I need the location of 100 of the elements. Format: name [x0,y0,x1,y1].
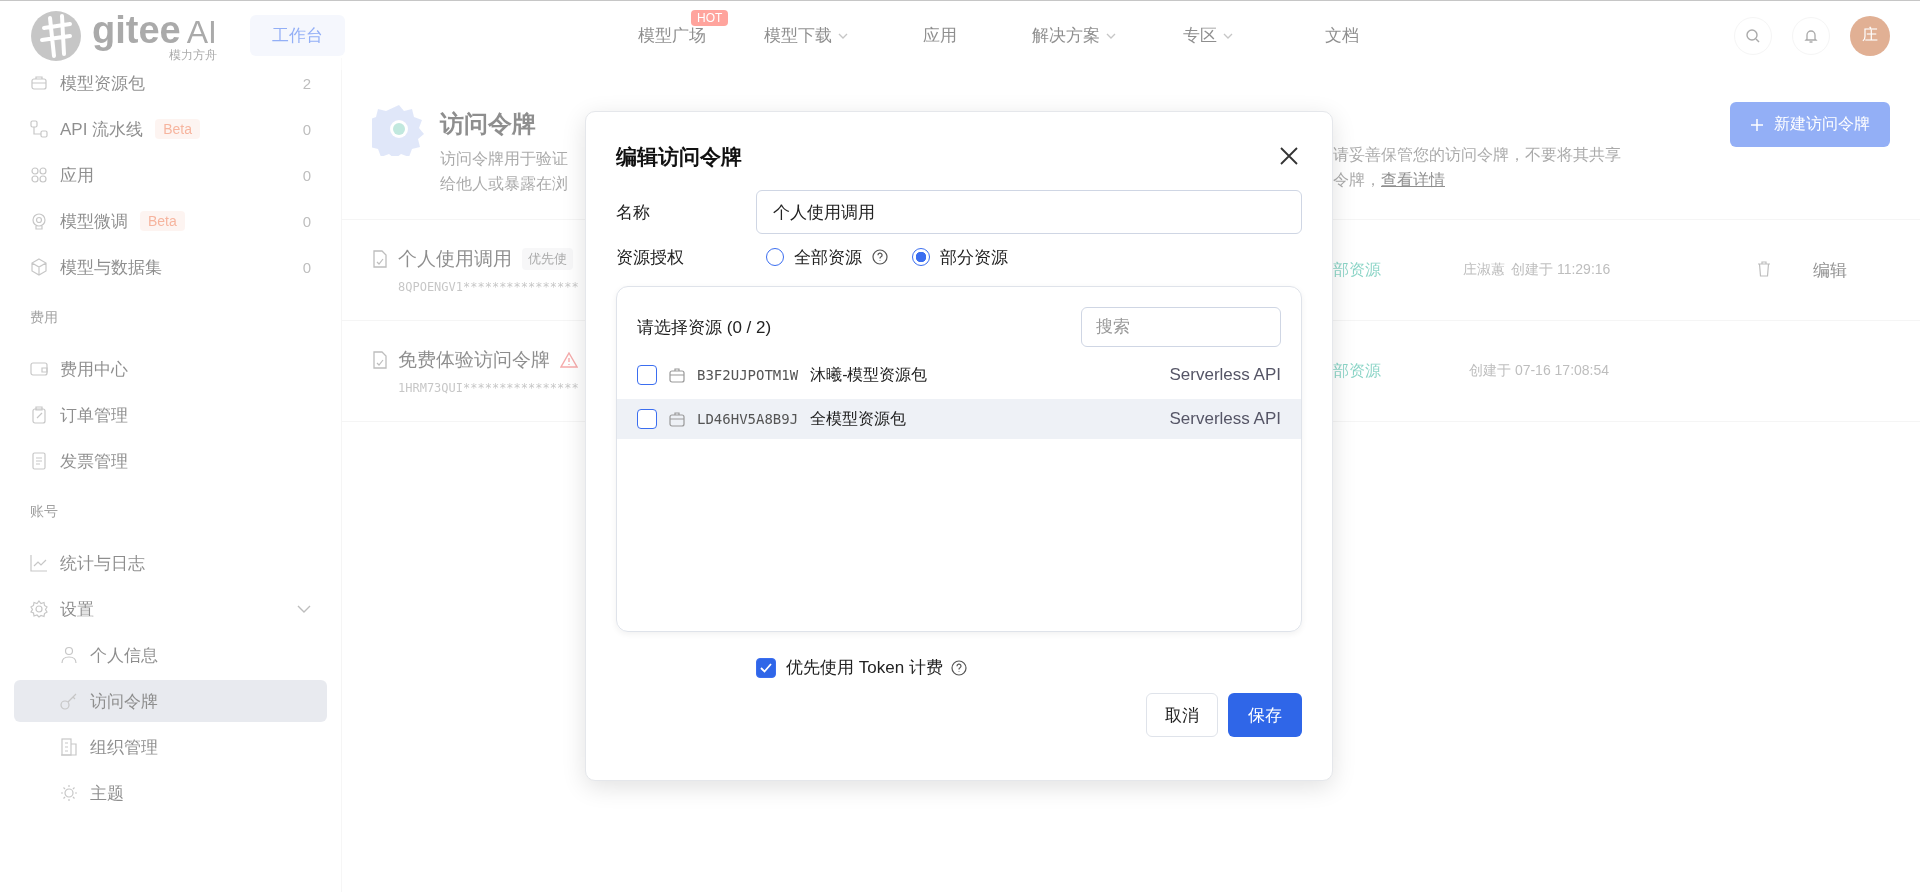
created-time: 创建于 11:29:16 [1511,261,1611,279]
checkbox[interactable] [637,409,657,429]
dialog-title: 编辑访问令牌 [616,144,742,170]
sidebar-item[interactable]: 模型微调 Beta 0 [14,200,327,242]
sidebar-item[interactable]: 组织管理 [14,726,327,768]
cube-icon [30,258,48,276]
field-label: 名称 [616,201,651,224]
details-link[interactable]: 查看详情 [1381,167,1445,192]
checkbox-label[interactable]: 优先使用 Token 计费 [786,656,943,679]
nav-link[interactable]: 专区 [1183,24,1233,47]
sidebar-item[interactable]: API 流水线 Beta 0 [14,108,327,150]
document-icon [372,250,388,268]
radio-label[interactable]: 部分资源 [940,245,1008,269]
resource-type: Serverless API [1169,409,1281,429]
token-scope: 部资源 [1333,259,1382,280]
field-label: 资源授权 [616,246,685,269]
token-name: 个人使用调用 [398,247,512,271]
new-token-button[interactable]: 新建访问令牌 [1730,102,1890,147]
radio-button[interactable] [766,248,784,266]
description-text: 请妥善保管您的访问令牌，不要将其共享 [1333,145,1621,165]
trash-icon [1757,260,1771,277]
sidebar-item[interactable]: 发票管理 [14,440,327,482]
description-text: 给他人或暴露在浏 [440,174,568,194]
hot-badge: HOT [691,10,729,26]
chevron-down-icon [1223,32,1233,39]
workspace-button[interactable]: 工作台 [250,15,345,56]
warning-icon [560,352,578,368]
checkbox[interactable] [637,365,657,385]
chevron-down-icon [838,32,848,39]
search-field[interactable]: 搜索 [1081,307,1281,347]
clipboard-icon [30,406,48,424]
checkbox[interactable] [756,657,776,678]
key-icon [60,692,78,710]
token-tag: 优先使 [522,248,573,270]
gear-icon [30,600,48,618]
nav-link[interactable]: 模型广场 [638,24,706,47]
chart-icon [30,554,48,572]
sidebar-item[interactable]: 订单管理 [14,394,327,436]
checkmark-icon [760,662,772,673]
wallet-icon [30,360,48,378]
logo-subtitle: 模力方舟 [168,48,217,61]
resource-code: B3F2UJPOTM1W [697,367,799,383]
description-text: 访问令牌用于验证 [440,149,568,169]
resource-row[interactable]: LD46HV5A8B9J 全模型资源包 Serverless API [617,399,1301,439]
search-icon [1745,27,1761,44]
gear-icon [372,102,426,156]
radio-button[interactable] [912,248,930,266]
chevron-icon [297,605,311,613]
document-icon [372,351,388,369]
sidebar-item[interactable]: 费用中心 [14,348,327,390]
logo-suffix: AI [186,15,217,48]
plus-icon [1750,117,1764,132]
target-icon [30,212,48,230]
sidebar-item[interactable]: 设置 [14,588,327,630]
panel-title: 请选择资源 (0 / 2) [637,316,772,339]
nav-link[interactable]: 文档 [1325,24,1359,47]
nav-link[interactable]: 解决方案 [1032,24,1116,47]
logo-text: gitee [92,10,181,49]
sidebar-item[interactable]: 应用 0 [14,154,327,196]
sidebar-item[interactable]: 统计与日志 [14,542,327,584]
created-time: 创建于 07-16 17:08:54 [1469,362,1610,380]
save-button[interactable]: 保存 [1228,693,1302,737]
token-name: 免费体验访问令牌 [398,348,550,372]
sidebar-item[interactable]: 个人信息 [14,634,327,676]
radio-label[interactable]: 全部资源 [794,245,862,269]
grid-icon [30,166,48,184]
section-title: 账号 [29,502,59,521]
help-icon[interactable] [872,249,888,265]
package-icon [669,367,685,383]
token-key: 8QPOENGV1**************** [372,280,585,294]
user-avatar[interactable]: 庄 [1850,15,1890,56]
page-title: 访问令牌 [440,109,537,139]
chevron-down-icon [1106,32,1116,39]
token-key: 1HRM73QUI**************** [372,381,585,395]
token-scope: 部资源 [1333,360,1382,381]
resource-row[interactable]: B3F2UJPOTM1W 沐曦-模型资源包 Serverless API [617,355,1301,395]
cancel-button[interactable]: 取消 [1146,693,1218,737]
sun-icon [60,784,78,802]
nav-link[interactable]: 模型下载 [764,24,848,47]
close-icon [1280,146,1298,165]
resource-type: Serverless API [1169,365,1281,385]
document-icon [30,452,48,470]
nodes-icon [30,120,48,138]
resource-code: LD46HV5A8B9J [697,411,799,427]
sidebar-item[interactable]: 模型与数据集 0 [14,246,327,288]
help-icon[interactable] [950,659,967,676]
bell-icon [1803,27,1819,44]
name-field[interactable]: 个人使用调用 [756,190,1302,234]
person-icon [60,646,78,664]
section-title: 费用 [29,308,59,327]
nav-link[interactable]: 应用 [923,24,957,47]
description-text: 令牌， [1333,170,1381,190]
package-icon [669,411,685,427]
resource-name: 沐曦-模型资源包 [810,364,928,385]
box-icon [30,74,48,92]
sidebar-item[interactable]: 访问令牌 [14,680,327,722]
resource-name: 全模型资源包 [810,408,907,429]
sidebar-item[interactable]: 模型资源包 2 [14,62,327,104]
sidebar-item[interactable]: 主题 [14,772,327,814]
building-icon [60,738,78,756]
